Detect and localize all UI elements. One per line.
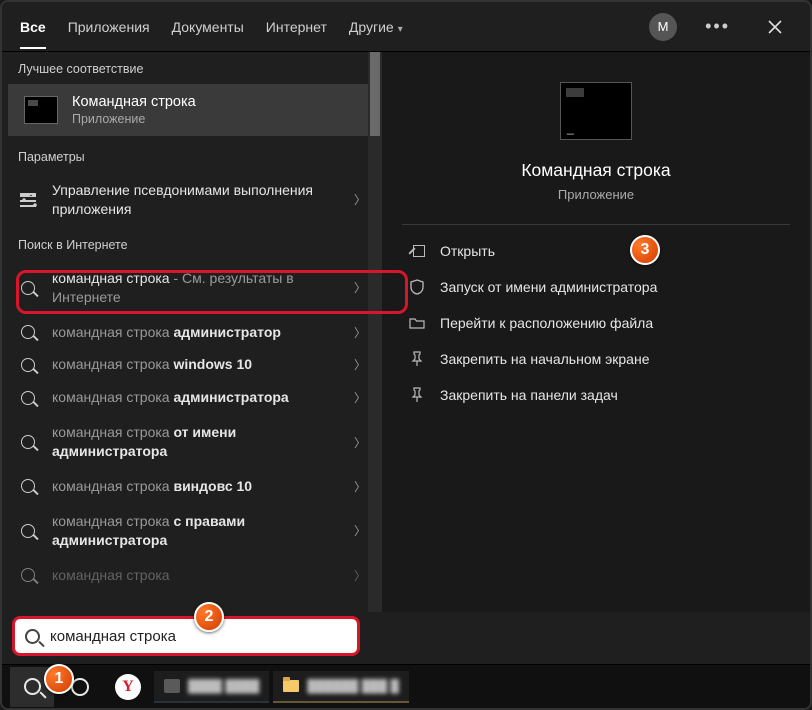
taskbar-app[interactable]: ██████ ███ █	[273, 671, 409, 703]
search-icon	[25, 629, 40, 644]
pin-icon	[408, 352, 426, 366]
taskbar-app[interactable]: ████ ████	[154, 671, 269, 703]
sliders-icon	[20, 193, 36, 207]
results-panel: Лучшее соответствие Командная строка При…	[2, 52, 382, 612]
web-result[interactable]: командная строка от имени администратора…	[2, 414, 382, 470]
scrollbar[interactable]	[368, 52, 382, 612]
settings-header: Параметры	[2, 140, 382, 172]
app-icon	[164, 679, 180, 693]
chevron-down-icon: ▾	[398, 24, 403, 35]
action-pin-taskbar[interactable]: Закрепить на панели задач	[402, 377, 790, 413]
admin-shield-icon	[408, 280, 426, 294]
search-icon	[21, 281, 35, 295]
close-button[interactable]	[758, 10, 792, 44]
step-badge-1: 1	[44, 664, 74, 694]
search-icon	[21, 479, 35, 493]
scrollbar-thumb[interactable]	[370, 52, 380, 136]
search-tabs: Все Приложения Документы Интернет Другие…	[2, 2, 810, 52]
search-box[interactable]	[12, 616, 360, 656]
search-icon	[21, 391, 35, 405]
best-match-title: Командная строка	[72, 94, 196, 110]
chevron-right-icon: 〉	[354, 324, 366, 341]
folder-icon	[408, 316, 426, 330]
action-open[interactable]: Открыть	[402, 233, 790, 269]
web-result[interactable]: командная строка виндовс 10 〉	[2, 470, 382, 503]
search-icon	[21, 568, 35, 582]
chevron-right-icon: 〉	[354, 478, 366, 495]
yandex-icon: Y	[115, 674, 141, 700]
tab-apps[interactable]: Приложения	[68, 13, 150, 41]
tab-more[interactable]: Другие▾	[349, 13, 403, 41]
search-icon	[21, 435, 35, 449]
action-run-as-admin[interactable]: Запуск от имени администратора	[402, 269, 790, 305]
action-open-location[interactable]: Перейти к расположению файла	[402, 305, 790, 341]
tab-all[interactable]: Все	[20, 13, 46, 49]
web-result[interactable]: командная строка с правами администратор…	[2, 503, 382, 559]
tab-internet[interactable]: Интернет	[266, 13, 327, 41]
chevron-right-icon: 〉	[354, 434, 366, 451]
app-subtitle: Приложение	[558, 187, 634, 202]
taskbar: Y ████ ████ ██████ ███ █	[2, 664, 810, 708]
chevron-right-icon: 〉	[354, 356, 366, 373]
tab-documents[interactable]: Документы	[172, 13, 244, 41]
taskbar-yandex-button[interactable]: Y	[106, 667, 150, 707]
details-panel: Командная строка Приложение Открыть Запу…	[382, 52, 810, 612]
web-result[interactable]: командная строка администратора 〉	[2, 381, 382, 414]
search-icon	[24, 678, 41, 695]
app-title: Командная строка	[521, 160, 670, 181]
chevron-right-icon: 〉	[354, 389, 366, 406]
user-avatar[interactable]: M	[649, 13, 677, 41]
settings-item-aliases[interactable]: Управление псевдонимами выполнения прило…	[2, 172, 382, 228]
chevron-right-icon: 〉	[354, 191, 366, 208]
web-search-header: Поиск в Интернете	[2, 228, 382, 260]
best-match-item[interactable]: Командная строка Приложение	[8, 84, 376, 136]
open-icon	[408, 244, 426, 258]
search-input[interactable]	[50, 628, 347, 645]
chevron-right-icon: 〉	[354, 522, 366, 539]
best-match-subtitle: Приложение	[72, 112, 196, 126]
fade-overlay	[2, 590, 368, 612]
chevron-right-icon: 〉	[354, 279, 366, 296]
search-icon	[21, 524, 35, 538]
pin-icon	[408, 388, 426, 402]
search-icon	[21, 325, 35, 339]
cmd-icon	[24, 96, 58, 124]
more-options-button[interactable]: •••	[699, 16, 736, 37]
step-badge-2: 2	[194, 602, 224, 632]
chevron-right-icon: 〉	[354, 567, 366, 584]
app-thumbnail	[560, 82, 632, 140]
best-match-header: Лучшее соответствие	[2, 52, 382, 84]
folder-icon	[283, 680, 299, 692]
web-result[interactable]: командная строка windows 10 〉	[2, 348, 382, 381]
web-result[interactable]: командная строка администратор 〉	[2, 316, 382, 349]
action-pin-start[interactable]: Закрепить на начальном экране	[402, 341, 790, 377]
web-result[interactable]: командная строка - См. результаты в Инте…	[2, 260, 382, 316]
search-icon	[21, 358, 35, 372]
step-badge-3: 3	[630, 235, 660, 265]
